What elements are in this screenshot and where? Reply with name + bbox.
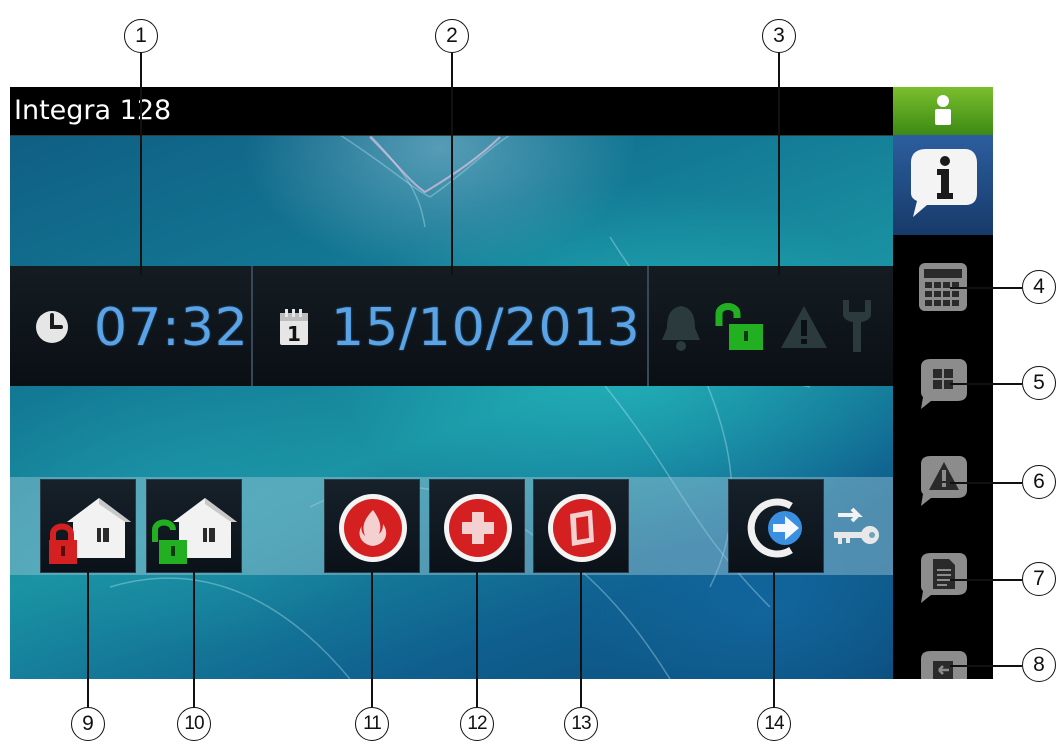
fire-alarm-icon	[339, 494, 407, 562]
callout-10: 10	[177, 707, 211, 741]
callout-8: 8	[1022, 648, 1056, 682]
callout-6-leader	[950, 482, 1022, 484]
callout-11-leader	[371, 568, 373, 707]
calendar-day: 1	[287, 322, 301, 346]
disarm-house-icon	[152, 498, 237, 564]
callout-12: 12	[460, 707, 494, 741]
service-wrench-icon	[843, 300, 871, 352]
info-icon	[911, 149, 977, 217]
keypad-screen: Integra 128 07:32 1 15/10/2013	[10, 87, 993, 679]
callout-11: 11	[355, 707, 389, 741]
date-display[interactable]: 1 15/10/2013	[253, 266, 649, 386]
alarm-bell-icon	[662, 306, 700, 351]
time-value: 07:32	[94, 298, 249, 358]
date-value: 15/10/2013	[331, 298, 641, 358]
unlocked-padlock-icon	[715, 303, 763, 350]
user-tab[interactable]	[893, 87, 993, 135]
calculator-icon	[919, 263, 967, 311]
panel-title: Integra 128	[14, 95, 172, 126]
callout-2-leader	[451, 53, 453, 275]
calendar-icon: 1	[279, 308, 309, 346]
exit-arrow-icon	[747, 498, 802, 558]
medical-alarm-button[interactable]	[429, 479, 525, 573]
callout-8-leader	[950, 665, 1022, 667]
clock-icon	[36, 311, 68, 343]
panic-alarm-button[interactable]	[533, 479, 629, 573]
system-state-display[interactable]	[649, 266, 893, 386]
user-icon	[935, 95, 951, 125]
callout-7-leader	[950, 579, 1022, 581]
arm-button[interactable]	[40, 479, 136, 573]
callout-6: 6	[1022, 465, 1056, 499]
callout-1: 1	[124, 19, 158, 53]
callout-13-leader	[580, 568, 582, 707]
time-display[interactable]: 07:32	[10, 266, 253, 386]
callout-3-leader	[778, 53, 780, 275]
medical-alarm-icon	[444, 494, 512, 562]
callout-14-leader	[773, 568, 775, 707]
callout-1-leader	[140, 53, 142, 275]
callout-3: 3	[762, 19, 796, 53]
callout-14: 14	[757, 707, 791, 741]
callout-5-leader	[950, 383, 1022, 385]
callout-12-leader	[476, 568, 478, 707]
arm-house-icon	[49, 498, 131, 564]
disarm-button[interactable]	[146, 479, 242, 573]
callout-9: 9	[71, 707, 105, 741]
callout-4: 4	[1022, 270, 1056, 304]
callout-2: 2	[435, 19, 469, 53]
callout-4-leader	[950, 287, 1022, 289]
warning-icon	[781, 306, 827, 348]
callout-9-leader	[87, 568, 89, 707]
exit-button[interactable]	[728, 479, 824, 573]
callout-7: 7	[1022, 562, 1056, 596]
callout-10-leader	[193, 568, 195, 707]
panic-alarm-icon	[548, 494, 616, 562]
partitions-icon	[921, 359, 967, 409]
calculator-button[interactable]	[893, 239, 993, 339]
info-tab[interactable]	[893, 135, 993, 235]
exit-menu-button[interactable]	[893, 627, 993, 679]
exit-icon	[921, 651, 967, 679]
key-transfer-icon[interactable]	[830, 505, 882, 549]
partitions-button[interactable]	[893, 335, 993, 435]
callout-13: 13	[564, 707, 598, 741]
callout-5: 5	[1022, 366, 1056, 400]
fire-alarm-button[interactable]	[324, 479, 420, 573]
